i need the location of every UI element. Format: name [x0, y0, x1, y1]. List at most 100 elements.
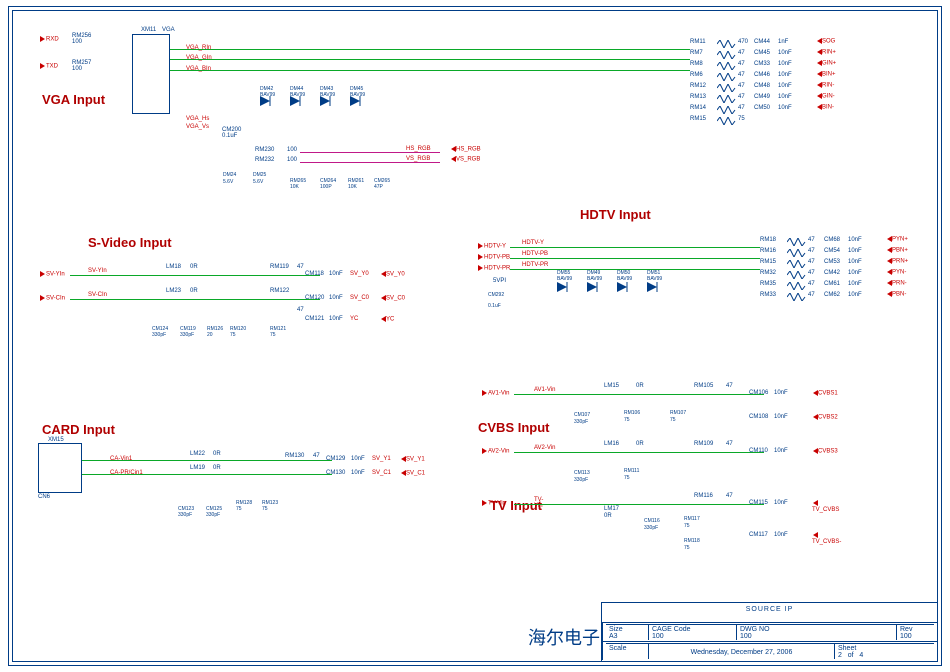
tb-dwg-label: DWG NO [740, 626, 770, 633]
xm15: XM15 [48, 437, 64, 443]
rm261v: 10K [348, 184, 357, 190]
tb-cage: 100 [652, 633, 664, 640]
wire-vga-r [170, 49, 690, 50]
nsv-y0: SV_Y0 [350, 271, 369, 277]
wire-sv-c [70, 299, 320, 300]
section-hdtv-title: HDTV Input [580, 208, 651, 222]
net-vs-rgb: VS_RGB [406, 156, 430, 162]
hdtv-diode-row [552, 282, 682, 304]
rm232: RM232 [255, 157, 274, 163]
lm22: LM22 [190, 451, 205, 457]
vga-conn-type: VGA [162, 27, 175, 33]
lm18v: 0R [190, 264, 198, 270]
tb-scale-label: Scale [609, 645, 627, 652]
output-row: RM847CM3310nFGIN+ [690, 61, 860, 71]
rm123v: 75 [262, 506, 268, 512]
cvbs-row: AV1-VinAV1-VinLM150RRM10547CM10610nFCVBS… [544, 390, 884, 446]
tb-date: Wednesday, December 27, 2006 [691, 649, 793, 656]
rm119v: 47 [297, 264, 304, 270]
dm50: DM50 BAV99 [617, 270, 632, 282]
vga-connector [132, 34, 170, 114]
port-card-c1: SV_C1 [400, 470, 425, 477]
dm24: DM24 [223, 172, 236, 178]
net-vga-bin: VGA_BIn [186, 66, 211, 72]
cm119v: 330pF [180, 332, 194, 338]
cm130: CM130 [326, 470, 345, 476]
vga-diode-row [255, 96, 385, 122]
net-vga-hs: VGA_Hs [186, 116, 209, 122]
port-hdtv-y: HDTV-Y [478, 243, 506, 250]
dm25: DM25 [253, 172, 266, 178]
cm200-val: 0.1uF [222, 133, 237, 139]
cm292: CM292 [488, 292, 504, 298]
rm265v: 10K [290, 184, 299, 190]
net-vga-rin: VGA_RIn [186, 45, 211, 51]
port-hs-rgb: HS_RGB [450, 146, 481, 153]
output-row: RM1447CM5010nFBIN- [690, 105, 860, 115]
net-hs-rgb: HS_RGB [406, 146, 431, 152]
cn6: CN6 [38, 494, 50, 500]
output-row: RM1347CM4910nFGIN- [690, 94, 860, 104]
cm120v: 10nF [329, 295, 343, 301]
cm265v: 47P [374, 184, 383, 190]
dm24v: 5.6V [223, 179, 233, 185]
rm122v: 47 [297, 307, 304, 313]
cm292v: 0.1uF [488, 303, 501, 309]
net-ca-y: CA-Vin1 [110, 456, 132, 462]
lm19: LM19 [190, 465, 205, 471]
cm118: CM118 [305, 271, 324, 277]
title-block: SOURCE IP SizeA3 CAGE Code100 DWG NO100 … [601, 602, 938, 662]
cm124v: 330pF [152, 332, 166, 338]
output-row: RM1247CM4810nFRIN- [690, 83, 860, 93]
rm121v: 75 [270, 332, 276, 338]
net-sv-c: SV-CIn [88, 292, 107, 298]
wire-vga-b [170, 70, 690, 71]
cm130v: 10nF [351, 470, 365, 476]
cm264v: 100P [320, 184, 332, 190]
tb-sheet-n: 2 [838, 652, 842, 659]
rm130v: 47 [313, 453, 320, 459]
net-card-c1: SV_C1 [372, 470, 391, 476]
tb-dwg: 100 [740, 633, 752, 640]
section-cvbs-title: CVBS Input [478, 421, 550, 435]
lm22v: 0R [213, 451, 221, 457]
wire-hdtv-pr [510, 269, 760, 270]
net-hdtv-y: HDTV-Y [522, 240, 544, 246]
port-txd: TXD [40, 63, 58, 70]
tb-sheet-label: Sheet [838, 645, 856, 652]
dm55: DM55 BAV99 [557, 270, 572, 282]
card-connector [38, 443, 82, 493]
lm19v: 0R [213, 465, 221, 471]
wire-hs [300, 152, 440, 153]
net-vga-vs: VGA_Vs [186, 124, 209, 130]
title-block-title: SOURCE IP [602, 603, 937, 622]
rm126v: 20 [207, 332, 213, 338]
port-sv-c: SV-CIn [40, 295, 65, 302]
psv-c0: SV_C0 [380, 295, 405, 302]
cm129: CM129 [326, 456, 345, 462]
rm130: RM130 [285, 453, 304, 459]
wire-ca-y [82, 460, 332, 461]
rm122: RM122 [270, 288, 289, 294]
section-svideo-title: S-Video Input [88, 236, 172, 250]
net-hdtv-pr: HDTV-PR [522, 262, 548, 268]
net-card-y1: SV_Y1 [372, 456, 391, 462]
section-card-title: CARD Input [42, 423, 115, 437]
output-row: RM3247CM4210nFPYN- [760, 270, 930, 280]
rm128v: 75 [236, 506, 242, 512]
wire-sv-y [70, 275, 320, 276]
rm256-val: 100 [72, 39, 82, 45]
rm230: RM230 [255, 147, 274, 153]
lm18: LM18 [166, 264, 181, 270]
tb-size-label: Size [609, 626, 623, 633]
psv-y0: SV_Y0 [380, 271, 405, 278]
hdtv-5vpi: 5VPI [493, 278, 506, 284]
output-row: RM647CM4610nFBIN+ [690, 72, 860, 82]
dm49: DM49 BAV99 [587, 270, 602, 282]
rm120v: 75 [230, 332, 236, 338]
net-vga-gin: VGA_GIn [186, 55, 212, 61]
cm123v: 330pF [178, 512, 192, 518]
tb-cage-label: CAGE Code [652, 626, 691, 633]
company-name-cn: 海尔电子 [528, 624, 600, 650]
wire-hdtv-pb [510, 258, 760, 259]
